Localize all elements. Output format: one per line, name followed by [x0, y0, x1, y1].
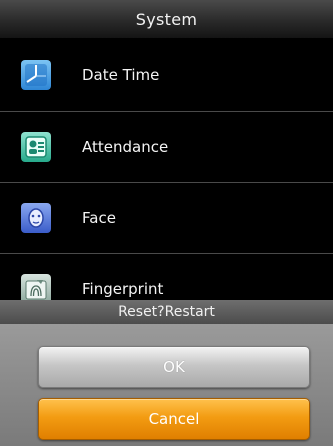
dialog-title: Reset?Restart [118, 304, 215, 320]
menu-item-label: Fingerprint [82, 280, 164, 298]
cancel-button[interactable]: Cancel [38, 398, 310, 440]
page-title: System [135, 9, 198, 29]
reset-dialog: Reset?Restart OK Cancel [0, 300, 333, 446]
dialog-header: Reset?Restart [0, 300, 333, 324]
menu-item-label: Face [82, 209, 116, 227]
face-icon [21, 203, 51, 233]
cancel-button-label: Cancel [148, 410, 200, 428]
system-menu: Date Time Attendance Face Fingerprint [0, 39, 333, 325]
menu-item-attendance[interactable]: Attendance [0, 112, 333, 183]
ok-button-label: OK [163, 358, 185, 376]
dialog-body: OK Cancel [0, 324, 333, 446]
system-screen: System Date Time Attendance Face Fingerp… [0, 0, 333, 446]
title-bar: System [0, 0, 333, 39]
ok-button[interactable]: OK [38, 346, 310, 388]
clock-icon [21, 60, 51, 90]
attendance-icon [21, 132, 51, 162]
menu-item-label: Attendance [82, 138, 169, 156]
menu-item-face[interactable]: Face [0, 183, 333, 254]
menu-item-label: Date Time [82, 66, 160, 84]
menu-item-date-time[interactable]: Date Time [0, 39, 333, 112]
